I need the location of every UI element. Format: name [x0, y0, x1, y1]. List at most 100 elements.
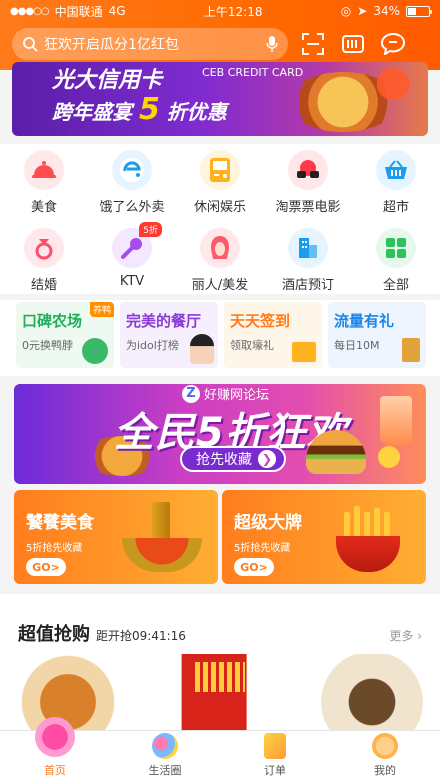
duck-icon — [82, 338, 108, 364]
grid-label: KTV — [119, 274, 145, 289]
product-image[interactable] — [16, 654, 146, 734]
tab-life-circle[interactable]: 生活圈 — [110, 731, 220, 782]
go-label: GO — [240, 560, 259, 574]
promo-title: 流量有礼 — [334, 312, 395, 330]
grid-label: 美食 — [30, 200, 57, 215]
battery-percent: 34% — [373, 4, 400, 18]
chevron-right-icon: ❯ — [258, 450, 276, 468]
profile-icon — [372, 733, 398, 759]
banner-headline: 跨年盛宴 5 折优惠 — [52, 92, 227, 127]
grid-label: 饿了么外卖 — [99, 200, 165, 215]
basket-icon — [376, 150, 416, 190]
carrier: 中国联通 — [54, 4, 103, 19]
chicken-bucket-image — [330, 506, 406, 572]
category-grid: 美食 饿了么外卖 休闲娱乐 淘票票电影 超市 结婚 5折 KTV 丽人/美发 酒… — [0, 144, 440, 294]
grid-label: 丽人/美发 — [191, 278, 249, 293]
gameboy-icon — [200, 150, 240, 190]
promo-data[interactable]: 流量有礼 每日10M — [328, 302, 426, 368]
gourmet-card[interactable]: 饕餮美食 5折抢先收藏 GO > — [14, 490, 218, 584]
carnival-banner[interactable]: Z 好赚网论坛 全民5折狂欢 抢先收藏 ❯ — [14, 384, 426, 484]
signal-icon: ●●●○○ — [10, 5, 50, 17]
banner-discount: 5 — [138, 92, 160, 127]
grid-label: 超市 — [382, 200, 409, 215]
product-image[interactable] — [155, 654, 285, 734]
banner-line2: 折优惠 — [166, 100, 227, 124]
more-label: 更多 — [389, 629, 414, 643]
grid-item-eleme[interactable]: 饿了么外卖 — [88, 150, 176, 215]
grid-item-leisure[interactable]: 休闲娱乐 — [176, 150, 264, 215]
gift-icon — [292, 342, 316, 362]
grid-icon — [376, 228, 416, 268]
balloon-icon — [152, 733, 178, 759]
clock: 上午12:18 — [203, 4, 263, 19]
grid-item-hotel[interactable]: 酒店预订 — [264, 228, 352, 293]
order-icon — [264, 733, 286, 759]
promo-tag: 养鸭 — [89, 302, 114, 317]
discount-badge: 5折 — [139, 222, 162, 237]
lobster-image — [368, 64, 418, 104]
grid-item-all[interactable]: 全部 — [352, 228, 440, 293]
countdown: 距开抢09:41:16 — [96, 629, 186, 643]
credit-card-banner[interactable]: 光大信用卡 CEB CREDIT CARD 跨年盛宴 5 折优惠 — [12, 62, 428, 136]
food-cloche-icon — [24, 150, 64, 190]
emoji-icon — [378, 446, 400, 468]
pay-code-icon[interactable] — [338, 29, 368, 59]
hotel-icon — [288, 228, 328, 268]
promo-title: 天天签到 — [230, 312, 291, 330]
go-label: GO — [32, 560, 51, 574]
eleme-icon — [112, 150, 152, 190]
grid-label: 淘票票电影 — [275, 200, 341, 215]
tab-label: 生活圈 — [148, 764, 182, 777]
search-placeholder: 狂欢开启瓜分1亿红包 — [44, 37, 179, 53]
grid-item-food[interactable]: 美食 — [0, 150, 88, 215]
grid-item-ktv[interactable]: 5折 KTV — [88, 222, 176, 289]
search-icon — [23, 37, 38, 52]
promo-restaurant[interactable]: 完美的餐厅 为idol打榜 — [120, 302, 218, 368]
lock-rotation-icon: ◎ — [340, 4, 352, 18]
flash-sale-section: 超值抢购 距开抢09:41:16 更多 › — [0, 594, 440, 734]
grid-item-wedding[interactable]: 结婚 — [0, 228, 88, 293]
promo-checkin[interactable]: 天天签到 领取壕礼 — [224, 302, 322, 368]
tab-label: 我的 — [374, 764, 396, 777]
sim-card-icon — [402, 338, 420, 362]
section-title: 超值抢购 — [18, 624, 90, 645]
promo-farm[interactable]: 口碑农场 0元换鸭脖 养鸭 — [16, 302, 114, 368]
grid-label: 酒店预订 — [281, 278, 334, 293]
home-icon — [35, 717, 75, 757]
tab-home[interactable]: 首页 — [0, 717, 110, 782]
grid-item-supermarket[interactable]: 超市 — [352, 150, 440, 215]
idol-image — [190, 334, 214, 364]
collect-button[interactable]: 抢先收藏 ❯ — [180, 446, 286, 472]
beauty-icon — [200, 228, 240, 268]
banner-brand-en: CEB CREDIT CARD — [202, 66, 304, 79]
product-image[interactable] — [294, 654, 424, 734]
scan-icon[interactable] — [298, 29, 328, 59]
go-button[interactable]: GO > — [234, 558, 274, 576]
go-button[interactable]: GO > — [26, 558, 66, 576]
grid-label: 休闲娱乐 — [193, 200, 246, 215]
tab-mine[interactable]: 我的 — [330, 731, 440, 782]
movie-glasses-icon — [288, 150, 328, 190]
promo-strip: 口碑农场 0元换鸭脖 养鸭 完美的餐厅 为idol打榜 天天签到 领取壕礼 流量… — [0, 300, 440, 376]
network: 4G — [108, 4, 126, 18]
collect-label: 抢先收藏 — [196, 452, 252, 468]
location-icon: ➤ — [357, 4, 368, 18]
more-link[interactable]: 更多 › — [389, 627, 422, 644]
tab-bar: 首页 生活圈 订单 我的 — [0, 717, 440, 782]
grid-item-movie[interactable]: 淘票票电影 — [264, 150, 352, 215]
hotpot-image — [118, 502, 204, 572]
wedding-icon — [24, 228, 64, 268]
tab-label: 订单 — [264, 764, 286, 777]
banner-brand: 光大信用卡 — [52, 68, 163, 93]
microphone-icon: 5折 — [112, 222, 162, 268]
search-input[interactable]: 狂欢开启瓜分1亿红包 — [12, 28, 288, 60]
tab-orders[interactable]: 订单 — [220, 731, 330, 782]
tab-label: 首页 — [44, 764, 66, 777]
drink-image — [380, 396, 412, 446]
message-icon[interactable] — [378, 29, 408, 59]
microphone-icon[interactable] — [266, 36, 278, 52]
grid-item-beauty[interactable]: 丽人/美发 — [176, 228, 264, 293]
brand-card[interactable]: 超级大牌 5折抢先收藏 GO > — [222, 490, 426, 584]
grid-label: 全部 — [382, 278, 409, 293]
header: ●●●○○ 中国联通 4G 上午12:18 ◎ ➤ 34% 狂欢开启瓜分1亿红包 — [0, 0, 440, 70]
